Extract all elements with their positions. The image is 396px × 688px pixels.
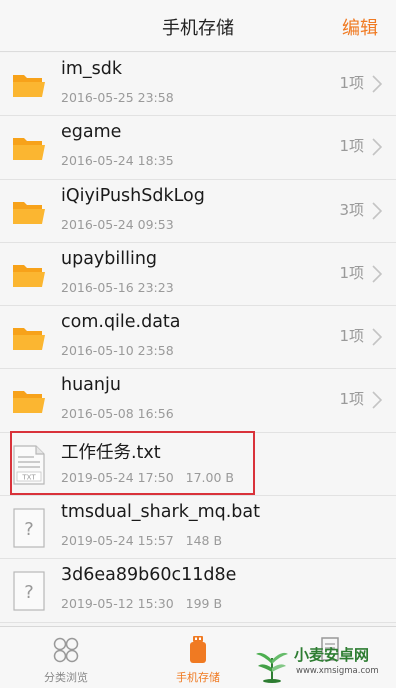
- watermark-text: 小麦安卓网: [294, 646, 370, 664]
- file-row[interactable]: TXT 工作任务.txt 2019-05-24 17:50 17.00 B: [0, 432, 396, 497]
- txt-file-icon: TXT: [13, 445, 45, 485]
- item-count: 1项: [339, 137, 364, 156]
- file-name: com.qile.data: [61, 312, 181, 333]
- modified-date: 2016-05-25 23:58: [61, 90, 174, 105]
- top-bar: 手机存储 编辑: [0, 0, 396, 52]
- folder-row[interactable]: huanju 2016-05-08 16:56 1项: [0, 369, 396, 433]
- modified-date: 2016-05-10 23:58: [61, 343, 174, 359]
- file-list: im_sdk 2016-05-25 23:58 1项 egame 2016-05-24 …: [0, 53, 396, 623]
- folder-icon: [13, 264, 45, 287]
- file-meta: 2019-05-12 15:30 199 B: [61, 596, 222, 611]
- file-size: 17.00 B: [185, 469, 234, 485]
- page-title: 手机存储: [162, 18, 234, 39]
- folder-icon: [13, 391, 45, 414]
- file-type-label: ?: [24, 519, 34, 540]
- folder-icon: [13, 201, 45, 224]
- file-name: iQiyiPushSdkLog: [61, 185, 205, 206]
- modified-date: 2019-05-24 15:57: [61, 533, 174, 549]
- chevron-right-icon: [372, 265, 382, 283]
- folder-row[interactable]: egame 2016-05-24 18:35 1项: [0, 116, 396, 180]
- modified-date: 2019-05-12 15:30: [61, 596, 174, 612]
- phone-storage-icon: [190, 636, 206, 663]
- unknown-file-icon: ?: [13, 508, 45, 548]
- modified-date: 2016-05-08 16:56: [61, 406, 174, 422]
- folder-row[interactable]: com.qile.data 2016-05-10 23:58 1项: [0, 306, 396, 370]
- file-meta: 2016-05-16 23:23: [61, 280, 174, 295]
- file-row[interactable]: ? tmsdual_shark_mq.bat 2019-05-24 15:57 148…: [0, 496, 396, 560]
- chevron-right-icon: [372, 202, 382, 220]
- modified-date: 2016-05-24 18:35: [61, 153, 174, 169]
- item-count: 1项: [339, 390, 364, 409]
- file-meta: 2019-05-24 15:57 148 B: [61, 533, 222, 548]
- chevron-right-icon: [372, 75, 382, 93]
- tab-label: 分类浏览: [44, 671, 88, 684]
- file-name: 工作任务.txt: [61, 442, 161, 463]
- modified-date: 2019-05-24 17:50: [61, 469, 174, 485]
- tab-label: 手机存储: [176, 671, 220, 684]
- file-meta: 2016-05-10 23:58: [61, 343, 174, 358]
- file-row[interactable]: ? 3d6ea89b60c11d8e 2019-05-12 15:30 199 B: [0, 559, 396, 623]
- item-count: 1项: [339, 74, 364, 92]
- file-meta: 2019-05-24 17:50 17.00 B: [61, 470, 234, 485]
- file-type-label: TXT: [21, 473, 36, 481]
- folder-icon: [13, 328, 45, 351]
- tab-category-browse[interactable]: 分类浏览: [0, 627, 132, 688]
- folder-row[interactable]: im_sdk 2016-05-25 23:58 1项: [0, 53, 396, 117]
- chevron-right-icon: [372, 138, 382, 156]
- chevron-right-icon: [372, 391, 382, 410]
- file-type-label: ?: [24, 582, 34, 603]
- folder-row[interactable]: upaybilling 2016-05-16 23:23 1项: [0, 242, 396, 307]
- item-count: 1项: [339, 327, 364, 346]
- category-grid-icon: [53, 637, 79, 663]
- folder-row[interactable]: iQiyiPushSdkLog 2016-05-24 09:53 3项: [0, 179, 396, 243]
- watermark-logo-icon: [256, 652, 288, 683]
- edit-button[interactable]: 编辑: [342, 14, 378, 40]
- file-size: 148 B: [185, 533, 223, 549]
- file-size: 199 B: [185, 596, 223, 612]
- watermark: 小麦安卓网 www.xmsigma.com: [252, 642, 392, 686]
- file-meta: 2016-05-25 23:58: [61, 90, 174, 105]
- file-name: 3d6ea89b60c11d8e: [61, 565, 237, 586]
- folder-icon: [13, 138, 45, 161]
- file-meta: 2016-05-24 18:35: [61, 153, 174, 168]
- modified-date: 2016-05-24 09:53: [61, 216, 174, 232]
- file-meta: 2016-05-24 09:53: [61, 217, 174, 232]
- item-count: 1项: [339, 263, 364, 282]
- folder-icon: [13, 75, 45, 97]
- watermark-url: www.xmsigma.com: [296, 666, 379, 676]
- unknown-file-icon: ?: [13, 571, 45, 611]
- file-name: huanju: [61, 375, 121, 396]
- item-count: 3项: [339, 200, 364, 219]
- chevron-right-icon: [372, 328, 382, 346]
- file-name: upaybilling: [61, 248, 158, 269]
- file-name: im_sdk: [61, 59, 123, 79]
- file-meta: 2016-05-08 16:56: [61, 406, 174, 421]
- file-name: tmsdual_shark_mq.bat: [61, 502, 260, 523]
- tab-phone-storage[interactable]: 手机存储: [132, 627, 264, 688]
- modified-date: 2016-05-16 23:23: [61, 279, 174, 295]
- file-name: egame: [61, 122, 122, 143]
